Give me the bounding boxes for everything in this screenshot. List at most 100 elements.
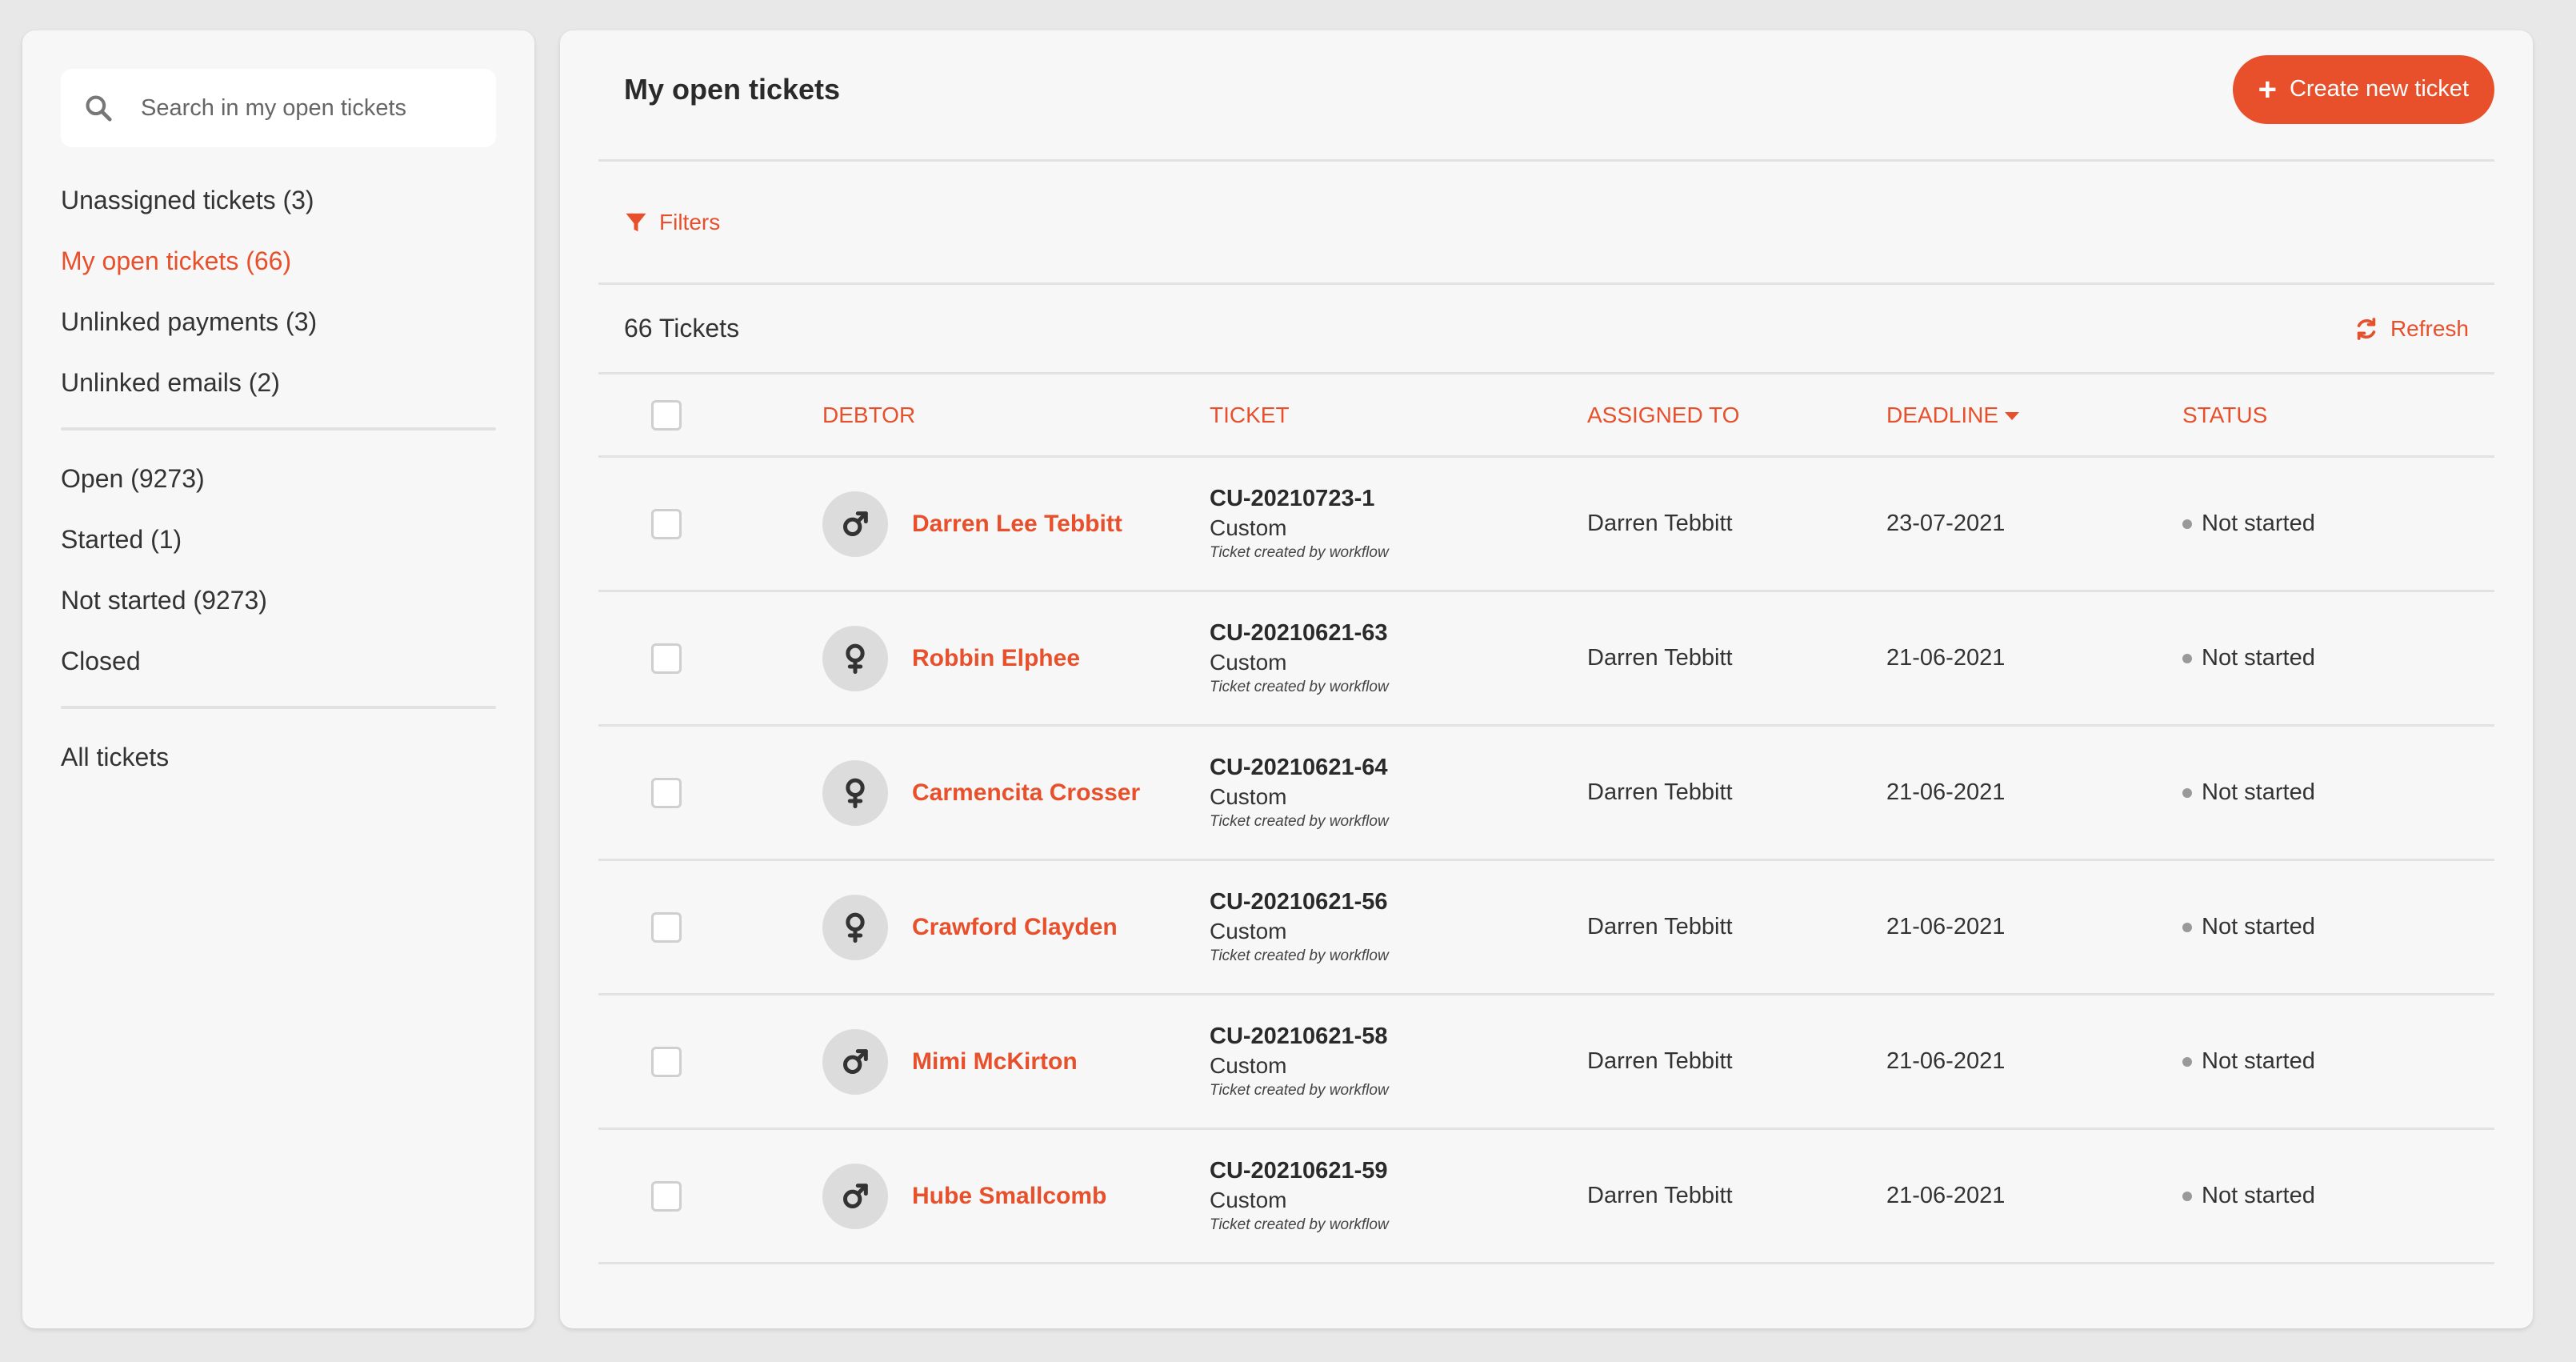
- sidebar-item-my-open[interactable]: My open tickets (66): [61, 230, 496, 291]
- sidebar-item-unassigned[interactable]: Unassigned tickets (3): [61, 170, 496, 230]
- ticket-type: Custom: [1210, 784, 1287, 809]
- row-checkbox[interactable]: [651, 1180, 682, 1212]
- deadline: 21-06-2021: [1886, 1183, 2006, 1208]
- ticket-id: CU-20210723-1: [1210, 486, 1375, 511]
- column-header-status[interactable]: STATUS: [2182, 403, 2494, 428]
- nav-group-all: All tickets: [61, 727, 496, 787]
- table-row[interactable]: Carmencita Crosser CU-20210621-64 Custom…: [598, 727, 2494, 861]
- assigned-to: Darren Tebbitt: [1587, 1048, 1733, 1074]
- status-label: Not started: [2202, 779, 2315, 805]
- table-row[interactable]: Mimi McKirton CU-20210621-58 Custom Tick…: [598, 995, 2494, 1130]
- sidebar-item-unlinked-emails[interactable]: Unlinked emails (2): [61, 352, 496, 413]
- avatar: [822, 894, 888, 960]
- row-checkbox[interactable]: [651, 777, 682, 808]
- debtor-cell: Carmencita Crosser: [822, 759, 1210, 826]
- ticket-note: Ticket created by workflow: [1210, 544, 1389, 561]
- avatar: [822, 491, 888, 557]
- column-header-deadline[interactable]: DEADLINE: [1886, 403, 2182, 428]
- row-checkbox[interactable]: [651, 1046, 682, 1077]
- female-icon: [846, 643, 865, 674]
- avatar: [822, 625, 888, 691]
- nav-group-my-tickets: Unassigned tickets (3) My open tickets (…: [61, 170, 496, 413]
- male-icon: [843, 1048, 868, 1074]
- ticket-type: Custom: [1210, 919, 1287, 943]
- sort-desc-icon: [2005, 412, 2020, 421]
- avatar: [822, 1028, 888, 1095]
- table-row[interactable]: Darren Lee Tebbitt CU-20210723-1 Custom …: [598, 458, 2494, 592]
- status-label: Not started: [2202, 1048, 2315, 1074]
- divider: [61, 427, 496, 431]
- status-label: Not started: [2202, 645, 2315, 671]
- search-box: [61, 69, 496, 147]
- ticket-cell: CU-20210621-59 Custom Ticket created by …: [1210, 1158, 1587, 1234]
- status-label: Not started: [2202, 1183, 2315, 1208]
- male-icon: [843, 1183, 868, 1208]
- assigned-to: Darren Tebbitt: [1587, 645, 1733, 671]
- row-checkbox[interactable]: [651, 643, 682, 674]
- status-badge: Not started: [2182, 645, 2494, 671]
- debtor-cell: Crawford Clayden: [822, 894, 1210, 960]
- ticket-id: CU-20210621-58: [1210, 1024, 1388, 1049]
- search-input[interactable]: [141, 94, 461, 122]
- status-badge: Not started: [2182, 779, 2494, 806]
- refresh-button[interactable]: Refresh: [2354, 316, 2469, 342]
- sidebar-item-closed[interactable]: Closed: [61, 631, 496, 691]
- male-icon: [843, 511, 868, 536]
- assigned-to: Darren Tebbitt: [1587, 914, 1733, 939]
- filters-button[interactable]: Filters: [624, 210, 720, 235]
- status-badge: Not started: [2182, 1048, 2494, 1075]
- column-header-ticket[interactable]: TICKET: [1210, 403, 1587, 428]
- debtor-name-link[interactable]: Carmencita Crosser: [912, 779, 1140, 807]
- sidebar: Unassigned tickets (3) My open tickets (…: [22, 30, 534, 1328]
- ticket-count: 66 Tickets: [624, 314, 740, 343]
- sidebar-item-all-tickets[interactable]: All tickets: [61, 727, 496, 787]
- ticket-id: CU-20210621-64: [1210, 755, 1388, 780]
- status-label: Not started: [2202, 511, 2315, 536]
- row-checkbox[interactable]: [651, 508, 682, 539]
- sidebar-item-not-started[interactable]: Not started (9273): [61, 570, 496, 631]
- divider: [61, 706, 496, 709]
- status-dot-icon: [2182, 519, 2192, 529]
- debtor-name-link[interactable]: Robbin Elphee: [912, 645, 1080, 672]
- deadline: 21-06-2021: [1886, 645, 2006, 671]
- sidebar-item-unlinked-payments[interactable]: Unlinked payments (3): [61, 291, 496, 352]
- select-all-checkbox[interactable]: [651, 399, 682, 431]
- column-header-assigned[interactable]: ASSIGNED TO: [1587, 403, 1886, 428]
- female-icon: [846, 912, 865, 943]
- assigned-to: Darren Tebbitt: [1587, 1183, 1733, 1208]
- count-bar: 66 Tickets Refresh: [598, 285, 2494, 375]
- create-ticket-label: Create new ticket: [2289, 76, 2469, 102]
- sidebar-item-open[interactable]: Open (9273): [61, 448, 496, 509]
- table-row[interactable]: Hube Smallcomb CU-20210621-59 Custom Tic…: [598, 1130, 2494, 1264]
- main-panel: My open tickets + Create new ticket Filt…: [560, 30, 2533, 1328]
- debtor-name-link[interactable]: Crawford Clayden: [912, 914, 1118, 941]
- ticket-cell: CU-20210621-58 Custom Ticket created by …: [1210, 1024, 1587, 1100]
- ticket-cell: CU-20210723-1 Custom Ticket created by w…: [1210, 486, 1587, 562]
- debtor-cell: Hube Smallcomb: [822, 1163, 1210, 1229]
- assigned-to: Darren Tebbitt: [1587, 511, 1733, 536]
- deadline: 21-06-2021: [1886, 1048, 2006, 1074]
- refresh-icon: [2357, 317, 2376, 340]
- page-title: My open tickets: [624, 72, 841, 106]
- create-ticket-button[interactable]: + Create new ticket: [2232, 54, 2494, 124]
- filter-icon: [626, 213, 646, 231]
- column-header-debtor[interactable]: DEBTOR: [822, 403, 1210, 428]
- status-dot-icon: [2182, 922, 2192, 932]
- table-row[interactable]: Crawford Clayden CU-20210621-56 Custom T…: [598, 861, 2494, 995]
- debtor-name-link[interactable]: Hube Smallcomb: [912, 1183, 1106, 1210]
- nav-group-status: Open (9273) Started (1) Not started (927…: [61, 448, 496, 691]
- table-row[interactable]: Robbin Elphee CU-20210621-63 Custom Tick…: [598, 592, 2494, 727]
- debtor-name-link[interactable]: Mimi McKirton: [912, 1048, 1078, 1076]
- sidebar-item-started[interactable]: Started (1): [61, 509, 496, 570]
- row-checkbox[interactable]: [651, 911, 682, 943]
- status-badge: Not started: [2182, 914, 2494, 940]
- ticket-type: Custom: [1210, 1188, 1287, 1212]
- debtor-name-link[interactable]: Darren Lee Tebbitt: [912, 511, 1122, 538]
- ticket-id: CU-20210621-56: [1210, 889, 1388, 915]
- status-dot-icon: [2182, 1056, 2192, 1067]
- deadline: 21-06-2021: [1886, 779, 2006, 805]
- table-header: DEBTOR TICKET ASSIGNED TO DEADLINE STATU…: [598, 375, 2494, 458]
- ticket-note: Ticket created by workflow: [1210, 1216, 1389, 1233]
- ticket-note: Ticket created by workflow: [1210, 813, 1389, 830]
- tickets-table: DEBTOR TICKET ASSIGNED TO DEADLINE STATU…: [598, 375, 2494, 1264]
